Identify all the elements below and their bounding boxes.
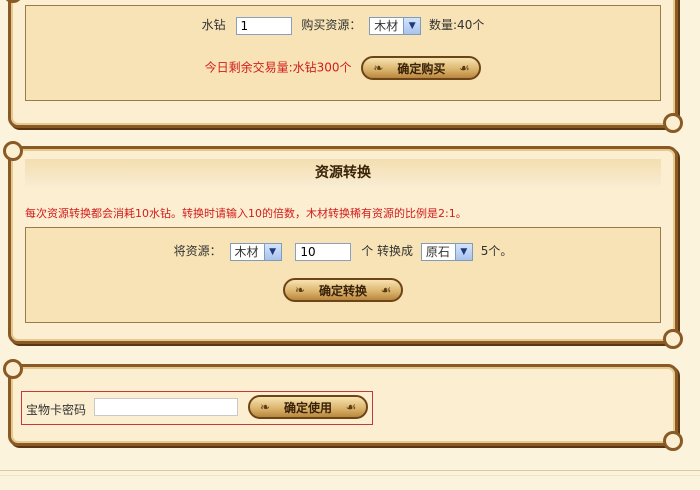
card-panel: 宝物卡密码 ❧ 确定使用 ☙ [3, 359, 683, 451]
card-password-label: 宝物卡密码 [26, 403, 87, 417]
ornament-left-icon: ❧ [294, 283, 306, 297]
resource-label: 购买资源： [301, 18, 362, 32]
ornament-left-icon: ❧ [373, 61, 384, 75]
diamond-input[interactable] [235, 16, 292, 35]
from-resource-label: 将资源： [173, 244, 222, 258]
convert-panel: 资源转换 每次资源转换都会消耗10水钻。转换时请输入10的倍数，木材转换稀有资源… [3, 141, 683, 349]
quantity-text: 数量:40个 [429, 18, 485, 32]
purchase-row: 水钻 购买资源： 木材 ▼ 数量:40个 [26, 16, 660, 35]
purchase-panel: 水钻 购买资源： 木材 ▼ 数量:40个 今日剩余交易量:水钻300个 ❧ 确定… [3, 0, 683, 133]
ornament-right-icon: ☙ [459, 61, 470, 75]
ornament-left-icon: ❧ [259, 400, 271, 414]
convert-confirm-row: ❧ 确定转换 ☙ [26, 278, 660, 302]
purchase-resource-select[interactable]: 木材 ▼ [369, 16, 422, 35]
confirm-convert-button[interactable]: ❧ 确定转换 ☙ [282, 278, 403, 302]
ornament-right-icon: ☙ [345, 400, 357, 414]
chevron-down-icon[interactable]: ▼ [454, 243, 472, 260]
to-resource-select[interactable]: 原石 ▼ [420, 242, 473, 261]
convert-title: 资源转换 [25, 159, 661, 187]
unit-to-label: 个 转换成 [361, 244, 414, 258]
today-remaining-text: 今日剩余交易量:水钻300个 [204, 60, 352, 75]
confirm-convert-label: 确定转换 [318, 284, 367, 298]
convert-row: 将资源： 木材 ▼ 个 转换成 原石 ▼ 5个。 [26, 242, 660, 261]
footer-divider [0, 470, 700, 476]
convert-result-text: 5个。 [480, 244, 513, 258]
convert-notice: 每次资源转换都会消耗10水钻。转换时请输入10的倍数，木材转换稀有资源的比例是2… [25, 207, 467, 220]
convert-inner-box: 将资源： 木材 ▼ 个 转换成 原石 ▼ 5个。 ❧ 确定转换 ☙ [25, 227, 661, 323]
confirm-purchase-label: 确定购买 [397, 62, 446, 76]
diamond-label: 水钻 [201, 18, 226, 32]
ornament-right-icon: ☙ [380, 283, 392, 297]
chevron-down-icon[interactable]: ▼ [263, 243, 281, 260]
convert-amount-input[interactable] [295, 242, 352, 261]
confirm-use-label: 确定使用 [284, 401, 333, 415]
card-password-input[interactable] [94, 398, 238, 416]
convert-notice-row: 每次资源转换都会消耗10水钻。转换时请输入10的倍数，木材转换稀有资源的比例是2… [25, 205, 675, 221]
from-resource-select[interactable]: 木材 ▼ [229, 242, 282, 261]
confirm-purchase-button[interactable]: ❧ 确定购买 ☙ [361, 56, 482, 80]
confirm-use-button[interactable]: ❧ 确定使用 ☙ [248, 395, 369, 419]
purchase-confirm-row: 今日剩余交易量:水钻300个 ❧ 确定购买 ☙ [26, 56, 660, 80]
purchase-inner-box: 水钻 购买资源： 木材 ▼ 数量:40个 今日剩余交易量:水钻300个 ❧ 确定… [25, 5, 661, 101]
chevron-down-icon[interactable]: ▼ [403, 17, 421, 34]
card-form-box: 宝物卡密码 ❧ 确定使用 ☙ [21, 391, 373, 425]
